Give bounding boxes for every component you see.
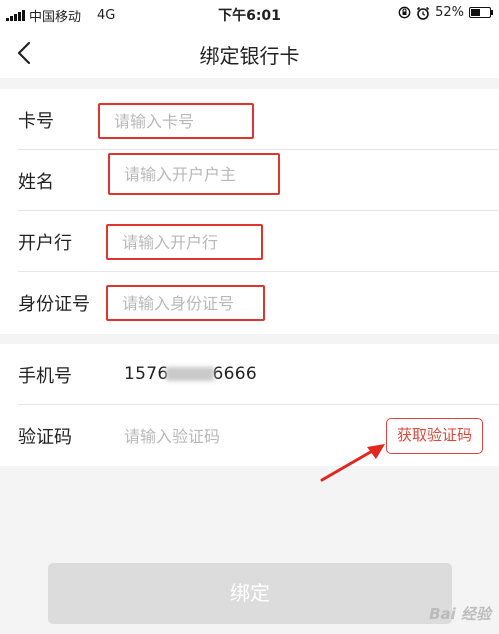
- card-number-input[interactable]: [98, 103, 254, 139]
- id-number-input[interactable]: [106, 285, 265, 321]
- watermark: Bai 经验: [429, 605, 491, 623]
- phone-row: 手机号 1576 6666: [0, 344, 499, 405]
- bank-label: 开户行: [18, 233, 72, 254]
- battery-percent: 52%: [435, 5, 464, 20]
- bank-info-group: 卡号 姓名 开户行 身份证号: [0, 89, 499, 334]
- phone-prefix: 1576: [124, 364, 169, 384]
- battery-icon: [469, 7, 493, 18]
- phone-value: 1576 6666: [124, 364, 257, 384]
- bind-button[interactable]: 绑定: [48, 563, 452, 624]
- card-number-row: 卡号: [0, 89, 499, 150]
- masked-digits: [166, 367, 215, 381]
- id-number-row: 身份证号: [0, 272, 499, 333]
- get-code-button[interactable]: 获取验证码: [386, 418, 483, 454]
- nav-bar: 绑定银行卡: [0, 28, 499, 78]
- phone-label: 手机号: [18, 366, 72, 387]
- verify-code-input[interactable]: [112, 420, 386, 452]
- id-number-label: 身份证号: [18, 294, 90, 315]
- alarm-icon: [417, 6, 430, 20]
- rotation-lock-icon: [398, 6, 411, 19]
- page-title: 绑定银行卡: [199, 44, 300, 68]
- verify-code-label: 验证码: [18, 427, 72, 448]
- card-number-label: 卡号: [18, 111, 54, 132]
- phone-suffix: 6666: [212, 364, 257, 384]
- verify-code-row: 验证码 获取验证码: [0, 405, 499, 466]
- status-bar: 中国移动 4G 下午6:01 52%: [0, 0, 499, 28]
- bank-row: 开户行: [0, 211, 499, 272]
- status-right: 52%: [398, 5, 493, 20]
- name-label: 姓名: [18, 172, 54, 193]
- name-input[interactable]: [108, 153, 280, 195]
- name-row: 姓名: [0, 150, 499, 211]
- bank-input[interactable]: [106, 224, 263, 260]
- verification-group: 手机号 1576 6666 验证码 获取验证码: [0, 344, 499, 466]
